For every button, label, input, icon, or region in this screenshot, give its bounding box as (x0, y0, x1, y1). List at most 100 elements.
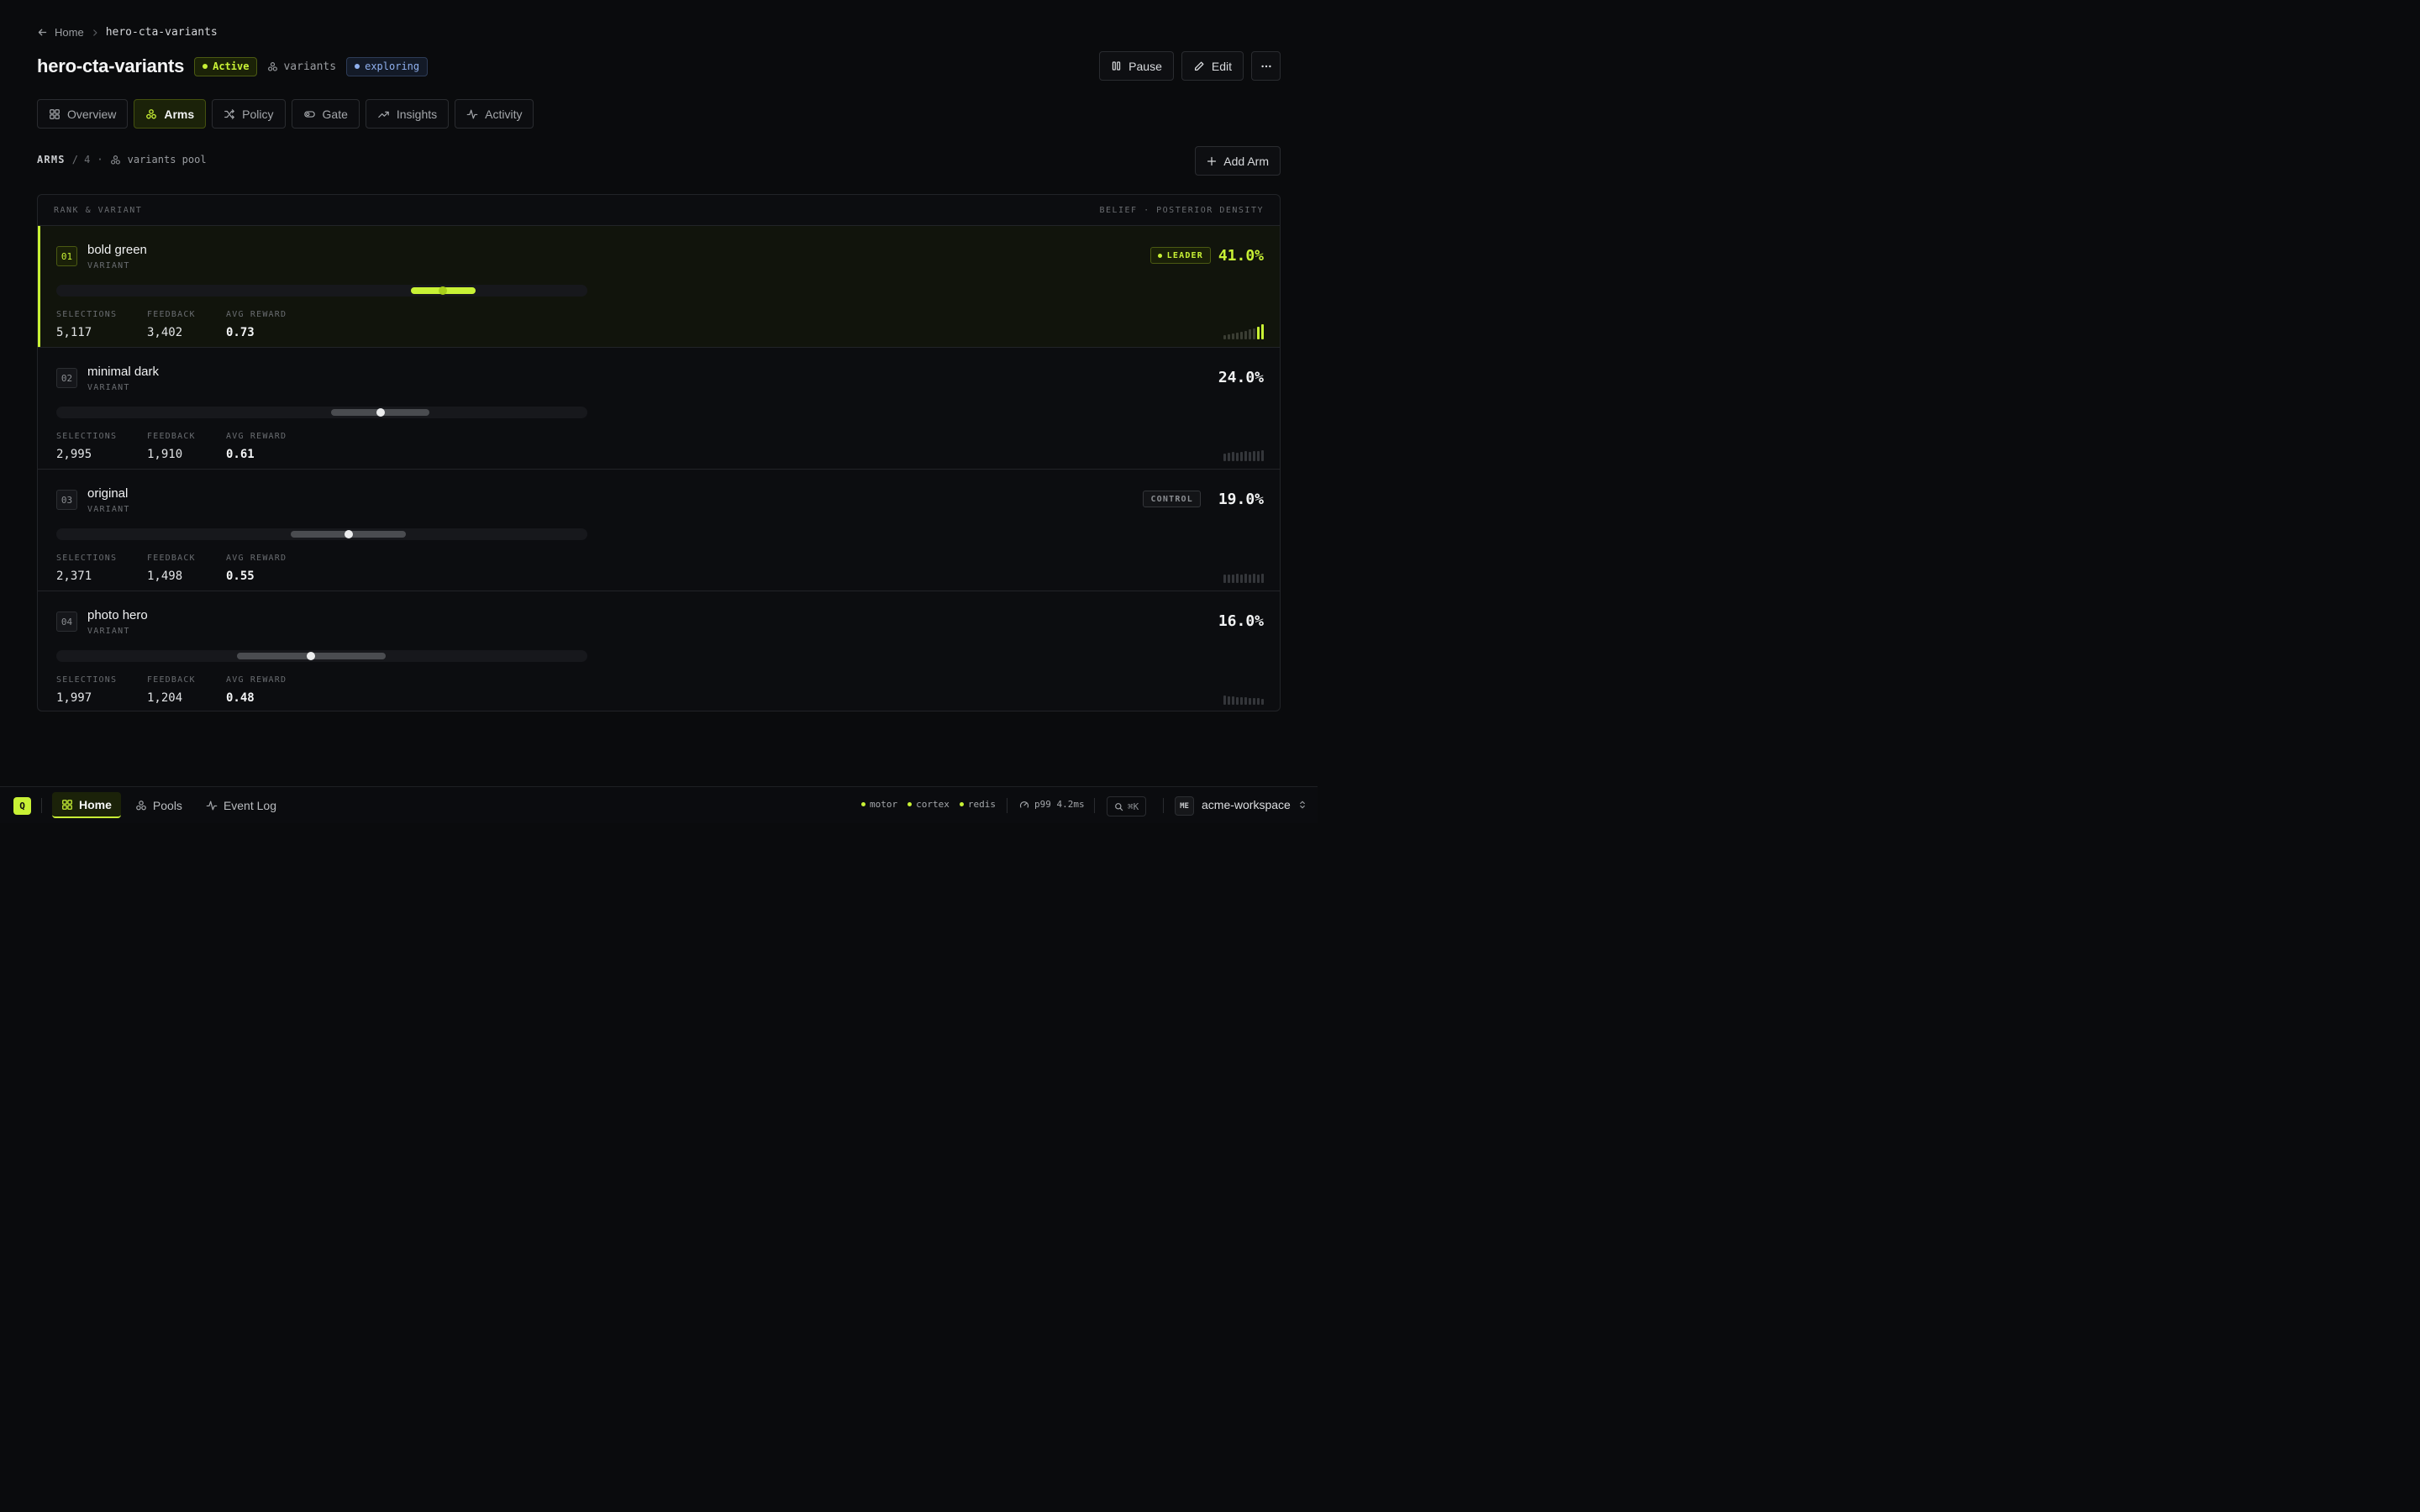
grid-icon (49, 108, 60, 120)
table-row[interactable]: 03 original VARIANT SELECTIONS 2,371 FEEDB… (38, 470, 1280, 591)
shortcut-hint: ⌘K (1128, 801, 1139, 812)
tag-label: LEADER (1166, 250, 1203, 260)
table-row[interactable]: 02 minimal dark VARIANT SELECTIONS 2,995 F… (38, 348, 1280, 470)
tab-overview[interactable]: Overview (37, 99, 129, 129)
stat-value: 5,117 (56, 326, 92, 339)
service-redis: redis (959, 799, 996, 810)
arms-icon (267, 61, 278, 72)
section-separator: · (97, 154, 103, 165)
stat-label: FEEDBACK (147, 675, 196, 685)
density-bar (1253, 328, 1255, 339)
more-horizontal-icon (1260, 60, 1272, 72)
density-bar (1232, 333, 1234, 339)
breadcrumb: Home hero-cta-variants (37, 26, 218, 39)
density-bar (1244, 331, 1247, 339)
belief-track (56, 407, 587, 418)
table-row[interactable]: 01 bold green VARIANT SELECTIONS 5,117 FEE… (38, 226, 1280, 348)
density-bar (1236, 697, 1239, 705)
service-label: cortex (916, 799, 950, 810)
density-bar (1249, 329, 1251, 339)
breadcrumb-home-link[interactable]: Home (55, 26, 84, 39)
bottom-nav: Home Pools Event Log (52, 792, 286, 818)
belief-track (56, 528, 587, 540)
stat-label: FEEDBACK (147, 432, 196, 441)
service-label: motor (870, 799, 898, 810)
pool-chip[interactable]: variants (267, 60, 336, 73)
status-dot-icon (908, 802, 913, 806)
stat-value: 0.61 (226, 448, 255, 461)
table-header: RANK & VARIANT BELIEF · POSTERIOR DENSIT… (38, 195, 1280, 226)
density-bar (1232, 696, 1234, 705)
stat-label: AVG REWARD (226, 432, 287, 441)
nav-item-event-log[interactable]: Event Log (197, 792, 286, 818)
title-row: hero-cta-variants Active variants explor… (37, 53, 429, 80)
density-bar (1253, 574, 1255, 583)
stat-selections: SELECTIONS 1,997 (56, 675, 147, 705)
density-bar (1261, 574, 1264, 583)
selection-share: 41.0% (1218, 247, 1264, 265)
stat-value: 0.48 (226, 691, 255, 705)
density-sparkline (1223, 324, 1264, 339)
variant-type: VARIANT (87, 261, 130, 270)
stat-value: 2,371 (56, 570, 92, 583)
control-badge: CONTROL (1143, 491, 1201, 507)
nav-item-home[interactable]: Home (52, 792, 121, 818)
breadcrumb-current: hero-cta-variants (105, 26, 218, 39)
arms-icon (110, 155, 121, 165)
density-bar (1257, 327, 1260, 339)
selection-share: 16.0% (1218, 612, 1264, 630)
toggle-icon (303, 108, 316, 120)
stat-avg-reward: AVG REWARD 0.48 (226, 675, 287, 705)
density-bar (1244, 451, 1247, 461)
density-bar (1232, 452, 1234, 461)
arms-icon (145, 108, 157, 120)
stat-selections: SELECTIONS 2,371 (56, 554, 147, 583)
column-header-belief: BELIEF · POSTERIOR DENSITY (1099, 205, 1264, 215)
workspace-name: acme-workspace (1202, 798, 1291, 811)
more-button[interactable] (1251, 51, 1281, 81)
tab-label: Gate (322, 107, 348, 121)
section-header: ARMS / 4 · variants pool (37, 154, 207, 165)
add-arm-button[interactable]: Add Arm (1195, 146, 1281, 176)
app-logo[interactable]: Q (13, 797, 31, 815)
workspace-switcher[interactable]: acme-workspace (1202, 798, 1307, 811)
shuffle-icon (224, 108, 235, 120)
back-arrow-icon[interactable] (37, 27, 48, 38)
stat-label: AVG REWARD (226, 675, 287, 685)
avatar[interactable]: ME (1175, 796, 1194, 816)
density-bar (1249, 452, 1251, 461)
status-badge: Active (194, 56, 258, 76)
tab-gate[interactable]: Gate (291, 99, 360, 129)
tab-insights[interactable]: Insights (365, 99, 450, 129)
status-dot-icon (203, 64, 208, 69)
belief-track (56, 650, 587, 662)
rank-badge: 03 (56, 490, 77, 510)
nav-item-pools[interactable]: Pools (126, 792, 192, 818)
grid-icon (61, 799, 73, 811)
variant-type: VARIANT (87, 383, 130, 392)
mode-dot-icon (355, 64, 360, 69)
density-bar (1236, 333, 1239, 339)
density-bar (1244, 574, 1247, 583)
density-sparkline (1223, 690, 1264, 705)
tab-policy[interactable]: Policy (212, 99, 286, 129)
selection-share: 19.0% (1218, 491, 1264, 508)
table-body: 01 bold green VARIANT SELECTIONS 5,117 FEE… (38, 226, 1280, 711)
command-search-button[interactable]: ⌘K (1107, 796, 1147, 816)
stat-value: 1,498 (147, 570, 183, 583)
table-row[interactable]: 04 photo hero VARIANT SELECTIONS 1,997 FEE… (38, 591, 1280, 711)
status-dot-icon (959, 802, 964, 806)
arm-stats: SELECTIONS 2,995 FEEDBACK 1,910 AVG REWA… (56, 432, 287, 461)
edit-button[interactable]: Edit (1181, 51, 1244, 81)
tab-activity[interactable]: Activity (455, 99, 534, 129)
stat-value: 1,910 (147, 448, 183, 461)
arm-stats: SELECTIONS 5,117 FEEDBACK 3,402 AVG REWA… (56, 310, 287, 339)
density-bar (1261, 699, 1264, 705)
pause-button[interactable]: Pause (1099, 51, 1174, 81)
stat-label: SELECTIONS (56, 554, 118, 563)
variant-name: original (87, 486, 129, 501)
tab-arms[interactable]: Arms (134, 99, 207, 129)
tab-label: Overview (67, 107, 117, 121)
pulse-icon (206, 800, 218, 811)
edit-label: Edit (1211, 59, 1232, 73)
